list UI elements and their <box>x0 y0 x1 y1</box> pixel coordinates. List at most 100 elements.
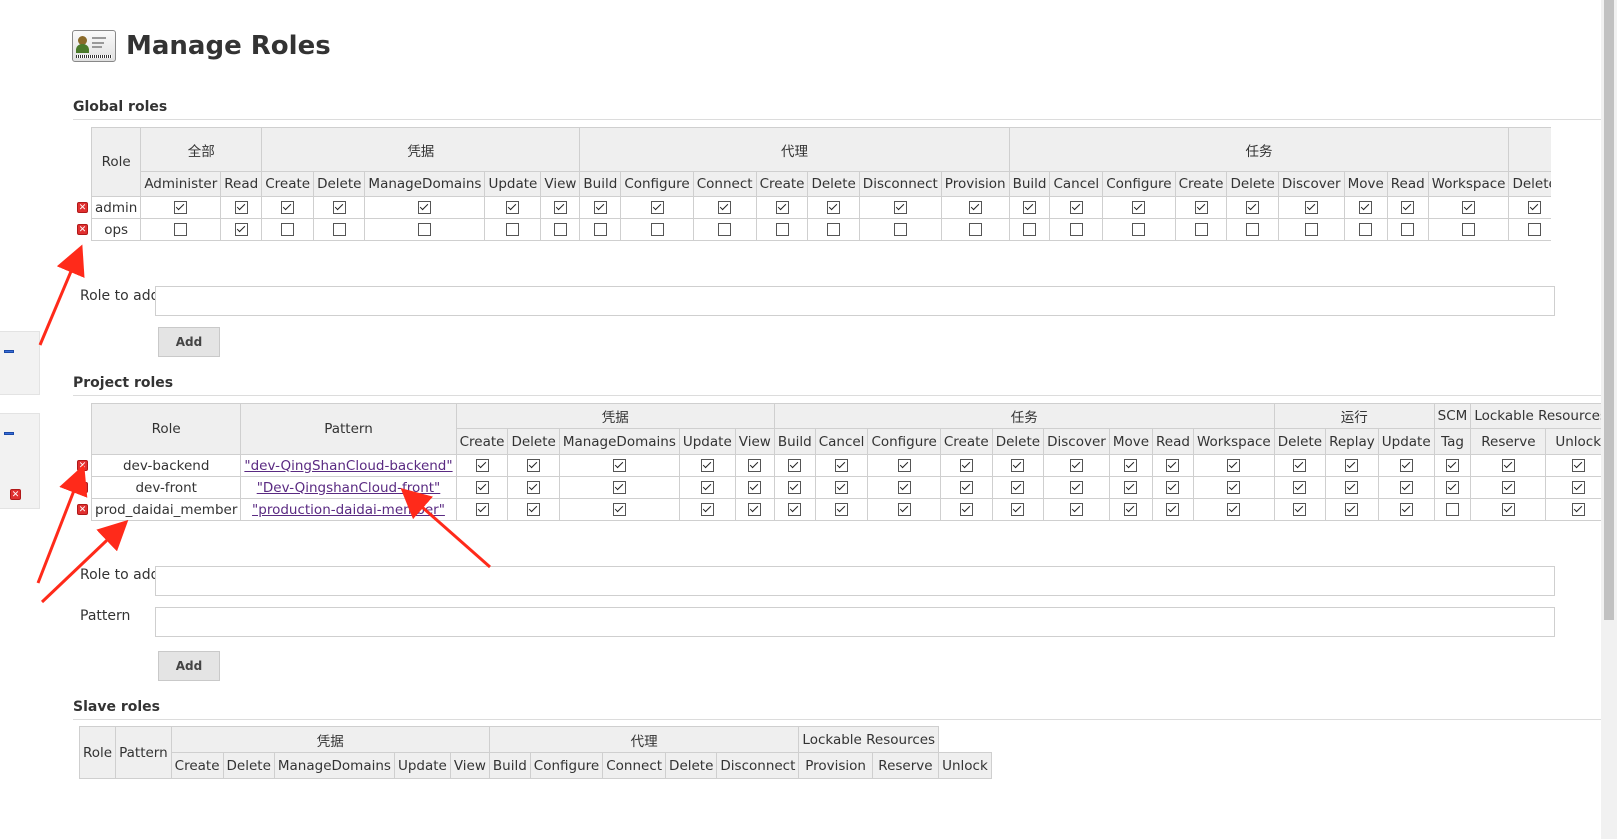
permission-checkbox[interactable] <box>281 223 295 236</box>
permission-checkbox[interactable] <box>475 503 489 516</box>
permission-checkbox[interactable] <box>593 201 607 214</box>
permission-checkbox[interactable] <box>748 459 762 472</box>
permission-checkbox[interactable] <box>506 201 520 214</box>
permission-checkbox[interactable] <box>1246 201 1260 214</box>
permission-checkbox[interactable] <box>1166 459 1180 472</box>
permission-checkbox[interactable] <box>1304 201 1318 214</box>
permission-checkbox[interactable] <box>332 223 346 236</box>
permission-checkbox[interactable] <box>234 201 248 214</box>
permission-checkbox[interactable] <box>475 459 489 472</box>
permission-checkbox[interactable] <box>612 503 626 516</box>
permission-checkbox[interactable] <box>959 481 973 494</box>
permission-checkbox[interactable] <box>775 201 789 214</box>
permission-checkbox[interactable] <box>968 201 982 214</box>
role-to-add-input[interactable] <box>155 286 1555 316</box>
permission-checkbox[interactable] <box>1446 481 1459 494</box>
add-project-role-button[interactable]: Add <box>158 651 220 681</box>
permission-checkbox[interactable] <box>1345 503 1359 516</box>
permission-checkbox[interactable] <box>553 201 567 214</box>
permission-checkbox[interactable] <box>897 481 911 494</box>
permission-checkbox[interactable] <box>281 201 295 214</box>
permission-checkbox[interactable] <box>893 201 907 214</box>
permission-checkbox[interactable] <box>1571 503 1585 516</box>
permission-checkbox[interactable] <box>959 503 973 516</box>
permission-checkbox[interactable] <box>1011 503 1025 516</box>
permission-checkbox[interactable] <box>527 481 541 494</box>
permission-checkbox[interactable] <box>968 223 982 236</box>
permission-checkbox[interactable] <box>748 503 762 516</box>
permission-checkbox[interactable] <box>1528 223 1542 236</box>
permission-checkbox[interactable] <box>1194 201 1208 214</box>
role-to-add-input[interactable] <box>155 566 1555 596</box>
permission-checkbox[interactable] <box>1166 481 1180 494</box>
delete-role-icon[interactable]: ✕ <box>77 202 88 213</box>
pattern-link[interactable]: "dev-QingShanCloud-backend" <box>244 458 452 474</box>
minus-icon[interactable] <box>4 432 14 435</box>
permission-checkbox[interactable] <box>788 503 802 516</box>
permission-checkbox[interactable] <box>718 201 732 214</box>
permission-checkbox[interactable] <box>1124 503 1138 516</box>
pattern-link[interactable]: "Dev-QingshanCloud-front" <box>257 480 441 496</box>
permission-checkbox[interactable] <box>527 459 541 472</box>
permission-checkbox[interactable] <box>418 223 432 236</box>
permission-checkbox[interactable] <box>650 201 664 214</box>
permission-checkbox[interactable] <box>1293 503 1307 516</box>
permission-checkbox[interactable] <box>612 481 626 494</box>
permission-checkbox[interactable] <box>1359 223 1373 236</box>
permission-checkbox[interactable] <box>1501 481 1515 494</box>
scrollbar-thumb[interactable] <box>1604 0 1614 620</box>
permission-checkbox[interactable] <box>234 223 248 236</box>
permission-checkbox[interactable] <box>506 223 520 236</box>
delete-role-icon[interactable]: ✕ <box>77 460 88 471</box>
permission-checkbox[interactable] <box>1293 481 1307 494</box>
permission-checkbox[interactable] <box>174 201 188 214</box>
permission-checkbox[interactable] <box>1194 223 1208 236</box>
permission-checkbox[interactable] <box>959 459 973 472</box>
permission-checkbox[interactable] <box>1571 481 1585 494</box>
permission-checkbox[interactable] <box>788 481 802 494</box>
permission-checkbox[interactable] <box>835 503 849 516</box>
permission-checkbox[interactable] <box>700 459 714 472</box>
permission-checkbox[interactable] <box>700 481 714 494</box>
permission-checkbox[interactable] <box>1399 481 1413 494</box>
permission-checkbox[interactable] <box>553 223 567 236</box>
pattern-link[interactable]: "production-daidai-member" <box>252 502 445 518</box>
permission-checkbox[interactable] <box>1501 459 1515 472</box>
permission-checkbox[interactable] <box>1293 459 1307 472</box>
permission-checkbox[interactable] <box>332 201 346 214</box>
permission-checkbox[interactable] <box>1501 503 1515 516</box>
permission-checkbox[interactable] <box>1345 481 1359 494</box>
permission-checkbox[interactable] <box>1023 201 1036 214</box>
permission-checkbox[interactable] <box>1023 223 1036 236</box>
permission-checkbox[interactable] <box>1401 201 1415 214</box>
permission-checkbox[interactable] <box>827 201 841 214</box>
permission-checkbox[interactable] <box>1446 503 1459 516</box>
permission-checkbox[interactable] <box>527 503 541 516</box>
permission-checkbox[interactable] <box>1132 201 1146 214</box>
permission-checkbox[interactable] <box>1227 481 1241 494</box>
permission-checkbox[interactable] <box>1011 459 1025 472</box>
delete-role-icon[interactable]: ✕ <box>10 489 21 500</box>
permission-checkbox[interactable] <box>1069 503 1083 516</box>
permission-checkbox[interactable] <box>1124 481 1138 494</box>
permission-checkbox[interactable] <box>1069 459 1083 472</box>
permission-checkbox[interactable] <box>893 223 907 236</box>
permission-checkbox[interactable] <box>593 223 607 236</box>
permission-checkbox[interactable] <box>700 503 714 516</box>
permission-checkbox[interactable] <box>1304 223 1318 236</box>
permission-checkbox[interactable] <box>897 459 911 472</box>
permission-checkbox[interactable] <box>1011 481 1025 494</box>
permission-checkbox[interactable] <box>174 223 188 236</box>
permission-checkbox[interactable] <box>1401 223 1415 236</box>
permission-checkbox[interactable] <box>1359 201 1373 214</box>
permission-checkbox[interactable] <box>748 481 762 494</box>
permission-checkbox[interactable] <box>1166 503 1180 516</box>
minus-icon[interactable] <box>4 350 14 353</box>
permission-checkbox[interactable] <box>612 459 626 472</box>
permission-checkbox[interactable] <box>835 481 849 494</box>
permission-checkbox[interactable] <box>1399 503 1413 516</box>
permission-checkbox[interactable] <box>718 223 732 236</box>
permission-checkbox[interactable] <box>1462 223 1476 236</box>
permission-checkbox[interactable] <box>1069 201 1083 214</box>
permission-checkbox[interactable] <box>1227 459 1241 472</box>
